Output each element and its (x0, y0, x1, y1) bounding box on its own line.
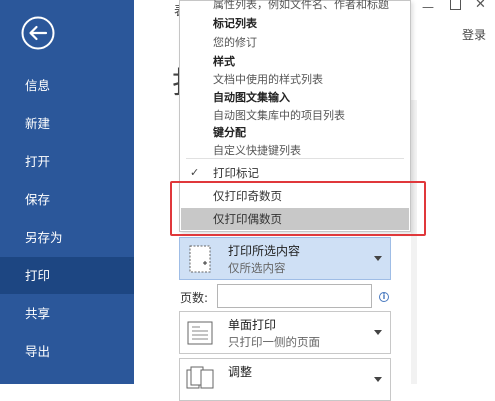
nav-info[interactable]: 信息 (0, 67, 134, 104)
print-range-title: 打印所选内容 (228, 244, 301, 258)
highlight-annotation (170, 181, 426, 236)
scrollbar[interactable] (411, 100, 417, 384)
nav-save[interactable]: 保存 (0, 181, 134, 218)
pages-label: 页数: (180, 291, 209, 305)
nav-print[interactable]: 打印 (0, 257, 134, 294)
menu-item-key-assignments[interactable]: 键分配 (213, 124, 246, 140)
chevron-down-icon (374, 377, 382, 382)
print-sides-title: 单面打印 (228, 318, 277, 332)
minimize-icon[interactable]: — (422, 0, 434, 14)
chevron-down-icon (374, 256, 382, 261)
menu-item-styles[interactable]: 样式 (213, 53, 235, 69)
nav-new[interactable]: 新建 (0, 105, 134, 142)
nav-export[interactable]: 导出 (0, 333, 134, 370)
pages-input[interactable] (217, 284, 372, 308)
backstage-sidebar: 信息 新建 打开 保存 另存为 打印 共享 导出 (0, 0, 134, 384)
collate-title: 调整 (228, 365, 253, 379)
maximize-icon[interactable] (450, 0, 461, 10)
chevron-down-icon (374, 330, 382, 335)
nav-save-as[interactable]: 另存为 (0, 219, 134, 256)
menu-item-markup-list-desc: 您的修订 (213, 36, 257, 49)
collate-dropdown[interactable]: 调整 (179, 358, 391, 401)
collate-pages-icon (186, 366, 214, 389)
info-icon[interactable]: i (379, 292, 389, 302)
print-range-dropdown[interactable]: 打印所选内容 仅所选内容 (179, 237, 391, 280)
print-range-subtitle: 仅所选内容 (228, 261, 286, 275)
print-sides-dropdown[interactable]: 单面打印 只打印一侧的页面 (179, 311, 391, 354)
print-sides-subtitle: 只打印一侧的页面 (228, 335, 320, 349)
nav-share[interactable]: 共享 (0, 295, 134, 332)
nav-open[interactable]: 打开 (0, 143, 134, 180)
login-link[interactable]: 登录 (462, 26, 486, 43)
menu-item-autotext[interactable]: 自动图文集输入 (213, 89, 290, 105)
menu-item-markup-list[interactable]: 标记列表 (213, 15, 257, 31)
back-arrow-icon[interactable] (21, 16, 55, 50)
one-sided-page-icon (187, 321, 213, 345)
menu-item-autotext-desc: 自动图文集库中的项目列表 (213, 109, 345, 122)
print-selection-icon (189, 245, 211, 273)
close-icon[interactable]: ✕ (475, 0, 486, 12)
menu-item-key-assignments-desc: 自定义快捷键列表 (213, 144, 301, 157)
menu-item-styles-desc: 文档中使用的样式列表 (213, 73, 323, 86)
menu-item-properties-desc[interactable]: 属性列表，例如文件名、作者和标题 (213, 0, 389, 12)
menu-divider (186, 158, 404, 159)
